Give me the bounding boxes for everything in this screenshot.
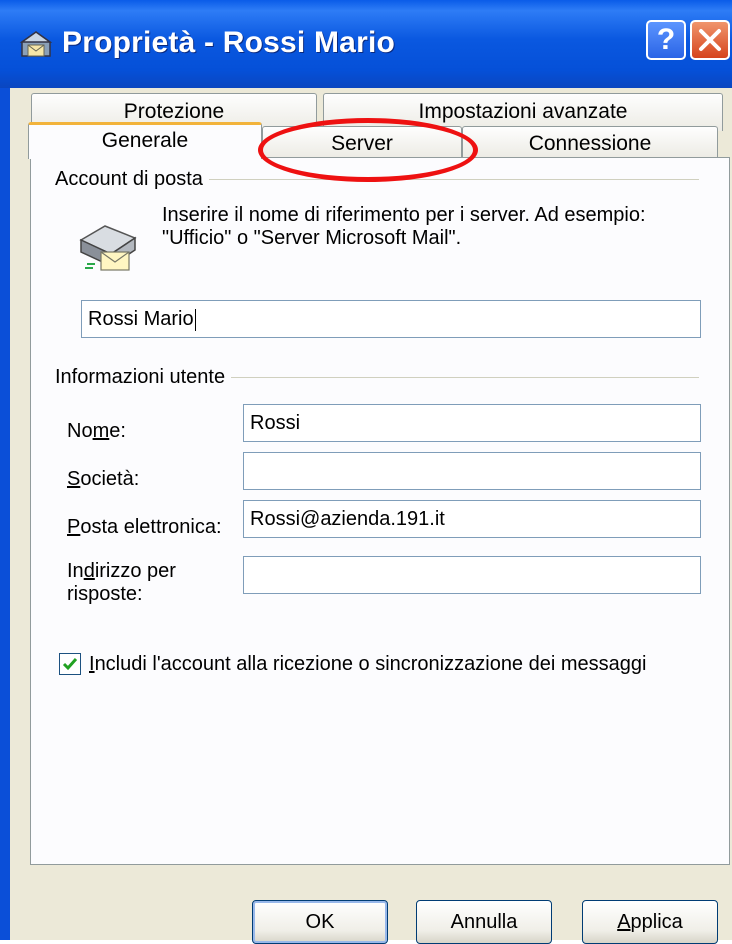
company-field[interactable]	[243, 452, 701, 490]
tab-label: Generale	[101, 129, 189, 152]
email-value: Rossi@azienda.191.it	[250, 508, 445, 530]
mailbox-account-icon	[19, 31, 53, 57]
reply-field[interactable]	[243, 556, 701, 594]
tab-server[interactable]: Server	[262, 126, 462, 158]
tab-connessione[interactable]: Connessione	[462, 126, 718, 158]
include-account-label[interactable]: Includi l'account alla ricezione o sincr…	[89, 653, 646, 676]
account-description: Inserire il nome di riferimento per i se…	[162, 204, 646, 249]
account-name-value: Rossi Mario	[88, 308, 194, 330]
text-caret	[194, 308, 196, 331]
group-label-account: Account di posta	[55, 168, 209, 191]
email-label: Posta elettronica:	[67, 516, 222, 538]
dialog-body: Protezione Impostazioni avanzate General…	[10, 88, 732, 944]
properties-dialog: Proprietà - Rossi Mario ? Protezione Imp…	[0, 0, 732, 944]
name-field[interactable]: Rossi	[243, 404, 701, 442]
tab-label: Impostazioni avanzate	[418, 100, 628, 123]
apply-button[interactable]: Applica	[582, 900, 718, 944]
close-button[interactable]	[690, 20, 730, 60]
group-label-user-info: Informazioni utente	[55, 366, 232, 389]
account-name-field[interactable]: Rossi Mario	[81, 300, 701, 338]
email-field[interactable]: Rossi@azienda.191.it	[243, 500, 701, 538]
tab-generale[interactable]: Generale	[28, 122, 262, 159]
tab-label: Connessione	[528, 132, 652, 155]
help-button[interactable]: ?	[646, 20, 686, 60]
title-bar[interactable]: Proprietà - Rossi Mario ?	[0, 0, 732, 88]
tab-panel-generale: Account di posta Inserire il nome di rif…	[30, 157, 730, 865]
ok-button[interactable]: OK	[252, 900, 388, 944]
mail-server-icon	[79, 225, 137, 271]
window-title: Proprietà - Rossi Mario	[62, 26, 396, 59]
include-account-checkbox[interactable]	[59, 653, 81, 675]
company-label: Società:	[67, 468, 140, 490]
checkmark-icon	[62, 658, 78, 671]
reply-label: Indirizzo per risposte:	[67, 560, 176, 605]
tab-label: Server	[331, 132, 393, 155]
cancel-button[interactable]: Annulla	[416, 900, 552, 944]
name-value: Rossi	[250, 412, 301, 434]
name-label: Nome:	[67, 420, 126, 442]
close-icon	[699, 29, 721, 51]
